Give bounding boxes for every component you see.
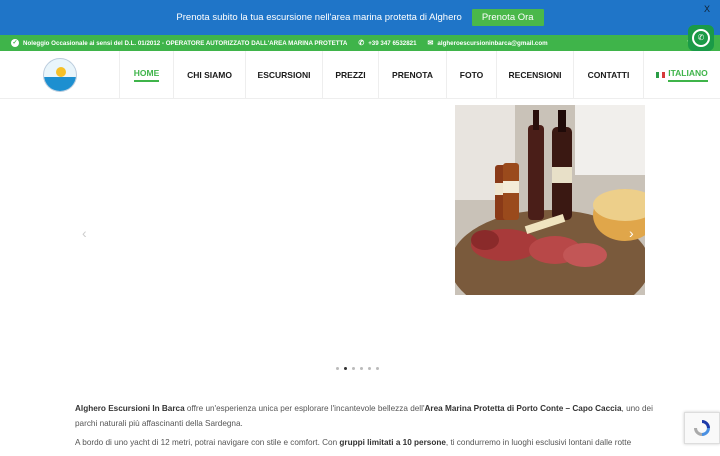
site-header: HOME CHI SIAMO ESCURSIONI PREZZI PRENOTA…	[0, 51, 720, 99]
mail-icon: ✉	[427, 40, 434, 47]
slider-next-arrow[interactable]: ›	[629, 225, 634, 241]
slider-pagination	[336, 367, 379, 370]
intro-text: Alghero Escursioni In Barca offre un'esp…	[75, 402, 655, 456]
nav-prezzi[interactable]: PREZZI	[322, 51, 378, 99]
slider-dot[interactable]	[352, 367, 355, 370]
book-now-button[interactable]: Prenota Ora	[471, 9, 544, 26]
nav-contatti[interactable]: CONTATTI	[573, 51, 643, 99]
promo-bar: Prenota subito la tua escursione nell'ar…	[0, 0, 720, 35]
promo-text: Prenota subito la tua escursione nell'ar…	[176, 12, 462, 23]
nav-chi-siamo[interactable]: CHI SIAMO	[173, 51, 245, 99]
phone-icon: ✆	[358, 40, 365, 47]
slide-image	[455, 105, 645, 295]
whatsapp-icon: ✆	[692, 29, 710, 47]
recaptcha-icon	[694, 420, 710, 436]
intro-paragraph-1: Alghero Escursioni In Barca offre un'esp…	[75, 404, 653, 428]
nav-language[interactable]: ITALIANO	[643, 51, 720, 99]
close-promo-button[interactable]: X	[704, 4, 710, 14]
slider-prev-arrow[interactable]: ‹	[82, 225, 87, 241]
whatsapp-button[interactable]: ✆	[688, 25, 714, 51]
nav-prenota[interactable]: PRENOTA	[378, 51, 446, 99]
info-bar: ✓ Noleggio Occasionale ai sensi del D.L.…	[0, 35, 720, 51]
recaptcha-badge[interactable]	[684, 412, 720, 444]
phone-link[interactable]: +39 347 6532821	[368, 40, 416, 47]
logo-sea-shape	[44, 77, 76, 91]
slider-dot[interactable]	[376, 367, 379, 370]
nav-home[interactable]: HOME	[119, 51, 173, 99]
nav-escursioni[interactable]: ESCURSIONI	[245, 51, 322, 99]
check-icon: ✓	[11, 39, 19, 47]
nav-recensioni[interactable]: RECENSIONI	[496, 51, 573, 99]
nav-foto[interactable]: FOTO	[446, 51, 496, 99]
slider-dot-active[interactable]	[344, 367, 347, 370]
slider-dot[interactable]	[368, 367, 371, 370]
logo-sun-shape	[56, 67, 66, 77]
intro-paragraph-2: A bordo di uno yacht di 12 metri, potrai…	[75, 438, 632, 447]
license-notice: Noleggio Occasionale ai sensi del D.L. 0…	[23, 39, 348, 47]
slider-dot[interactable]	[336, 367, 339, 370]
slider-dot[interactable]	[360, 367, 363, 370]
email-link[interactable]: algheroescursioninbarca@gmail.com	[437, 40, 547, 47]
italy-flag-icon	[656, 72, 666, 78]
cured-meats-and-wine-photo	[455, 105, 645, 295]
site-logo[interactable]	[43, 58, 77, 92]
main-nav: HOME CHI SIAMO ESCURSIONI PREZZI PRENOTA…	[119, 51, 720, 99]
